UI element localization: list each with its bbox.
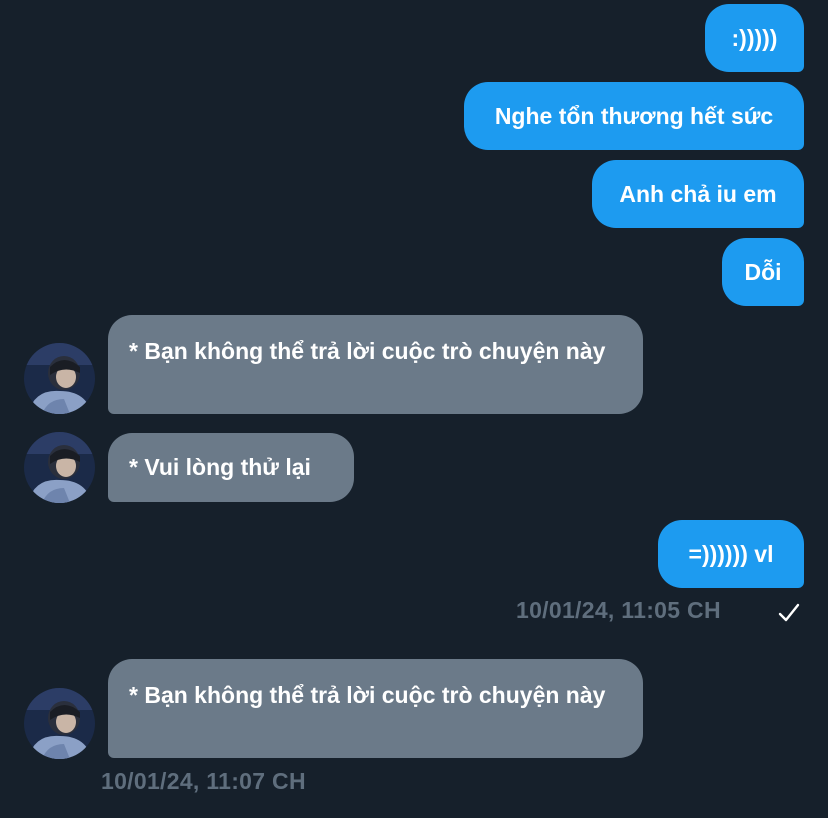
message-text: :))))) <box>731 24 778 51</box>
avatar[interactable] <box>24 688 95 759</box>
message-text: Nghe tổn thương hết sức <box>494 102 774 129</box>
incoming-message[interactable]: * Bạn không thể trả lời cuộc trò chuyện … <box>108 315 643 414</box>
message-text: * Vui lòng thử lại <box>129 454 311 480</box>
avatar-image <box>24 688 95 759</box>
message-timestamp: 10/01/24, 11:07 CH <box>101 768 306 794</box>
check-icon <box>778 603 800 622</box>
incoming-message[interactable]: * Vui lòng thử lại <box>108 433 354 502</box>
incoming-message[interactable]: * Bạn không thể trả lời cuộc trò chuyện … <box>108 659 643 758</box>
outgoing-message[interactable]: :))))) <box>705 4 804 72</box>
message-text: * Bạn không thể trả lời cuộc trò chuyện … <box>129 682 606 708</box>
avatar-image <box>24 343 95 414</box>
avatar-image <box>24 432 95 503</box>
message-timestamp: 10/01/24, 11:05 CH <box>516 597 721 623</box>
message-text: Anh chả iu em <box>619 180 777 207</box>
avatar[interactable] <box>24 343 95 414</box>
message-text: * Bạn không thể trả lời cuộc trò chuyện … <box>129 338 606 364</box>
outgoing-message[interactable]: =)))))) vl <box>658 520 804 588</box>
outgoing-message[interactable]: Dỗi <box>722 238 804 306</box>
chat-thread: :))))) Nghe tổn thương hết sức Anh chả i… <box>0 0 828 818</box>
avatar[interactable] <box>24 432 95 503</box>
message-text: =)))))) vl <box>688 540 774 567</box>
outgoing-message[interactable]: Nghe tổn thương hết sức <box>464 82 804 150</box>
outgoing-message[interactable]: Anh chả iu em <box>592 160 804 228</box>
message-text: Dỗi <box>744 258 782 285</box>
